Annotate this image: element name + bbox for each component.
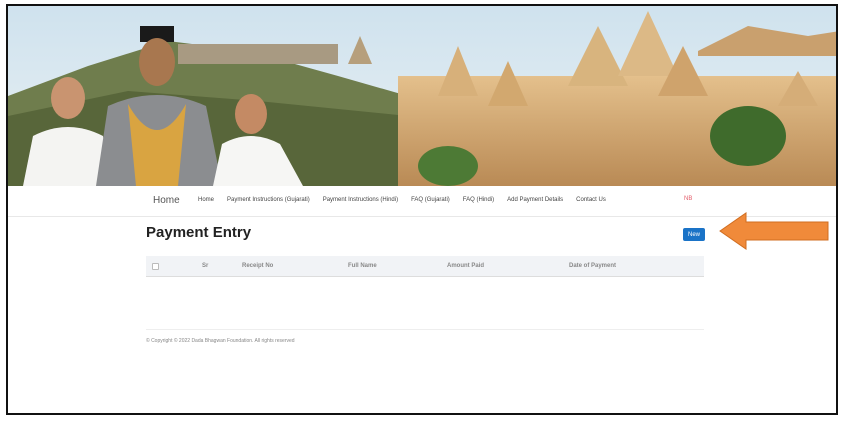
page-title: Payment Entry (146, 224, 252, 241)
column-header-sr[interactable]: Sr (202, 263, 208, 269)
column-header-receipt-no[interactable]: Receipt No (242, 263, 273, 269)
screenshot-frame: Home Home Payment Instructions (Gujarati… (6, 4, 838, 415)
top-navbar: Home Home Payment Instructions (Gujarati… (8, 188, 836, 217)
nav-item-faq-gujarati[interactable]: FAQ (Gujarati) (411, 197, 450, 203)
nav-item-faq-hindi[interactable]: FAQ (Hindi) (463, 197, 494, 203)
nav-item-add-payment-details[interactable]: Add Payment Details (507, 197, 563, 203)
nav-item-contact-us[interactable]: Contact Us (576, 197, 606, 203)
column-header-date-of-payment[interactable]: Date of Payment (569, 263, 616, 269)
header-banner (8, 6, 836, 186)
nav-brand-home[interactable]: Home (153, 195, 180, 206)
footer-divider (146, 329, 704, 330)
nav-item-home[interactable]: Home (198, 197, 214, 203)
payment-table: Sr Receipt No Full Name Amount Paid Date… (146, 256, 704, 277)
column-header-full-name[interactable]: Full Name (348, 263, 377, 269)
footer-copyright: © Copyright © 2022 Dada Bhagwan Foundati… (146, 338, 295, 344)
nav-item-payment-instructions-hindi[interactable]: Payment Instructions (Hindi) (323, 197, 398, 203)
user-badge[interactable]: NB (684, 196, 692, 202)
column-header-amount-paid[interactable]: Amount Paid (447, 263, 484, 269)
nav-item-payment-instructions-gujarati[interactable]: Payment Instructions (Gujarati) (227, 197, 310, 203)
orange-arrow-icon (719, 212, 829, 250)
select-all-checkbox[interactable] (152, 263, 159, 270)
new-button[interactable]: New (683, 228, 705, 241)
nav-menu: Home Payment Instructions (Gujarati) Pay… (198, 197, 619, 203)
